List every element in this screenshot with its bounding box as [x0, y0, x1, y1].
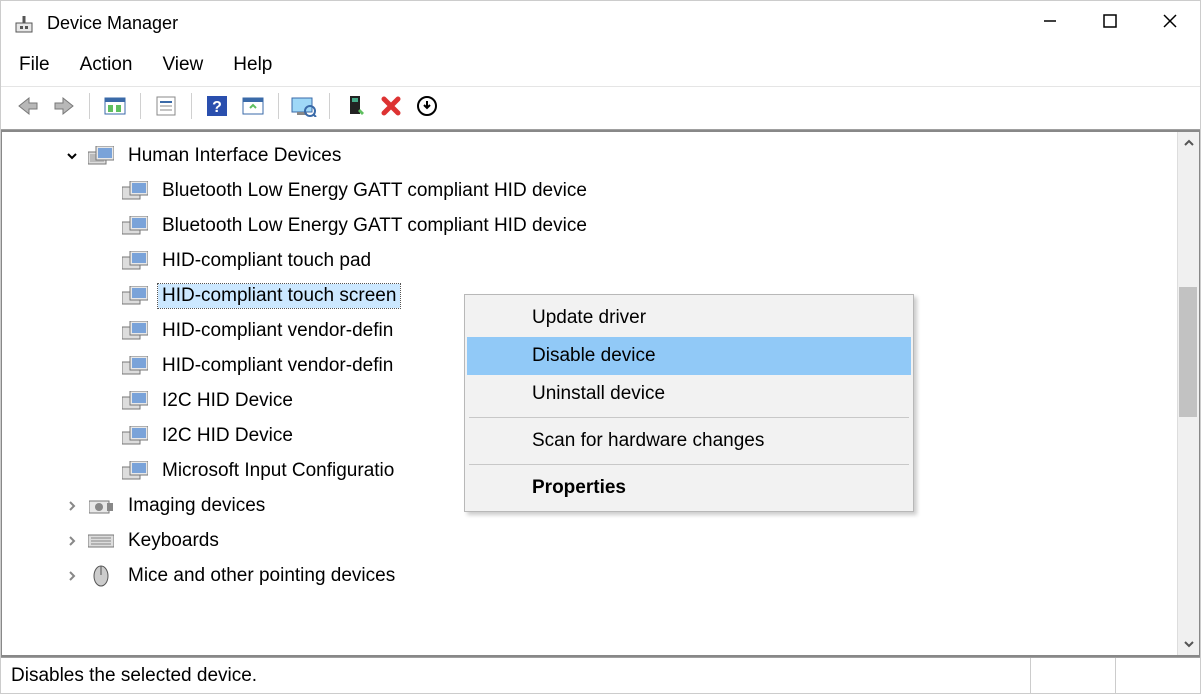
disable-button[interactable] [376, 91, 406, 121]
context-menu: Update driver Disable device Uninstall d… [464, 294, 914, 512]
device-tree-panel: Human Interface Devices Bluetooth Low En… [1, 130, 1200, 657]
back-button[interactable] [13, 91, 43, 121]
help-button[interactable]: ? [202, 91, 232, 121]
tree-item[interactable]: HID-compliant touch pad [2, 243, 1177, 278]
tree-label: Imaging devices [124, 494, 269, 518]
menu-file[interactable]: File [19, 54, 50, 76]
scan-button[interactable] [238, 91, 268, 121]
tree-label: HID-compliant vendor-defin [158, 354, 397, 378]
tree-label: I2C HID Device [158, 389, 297, 413]
mouse-icon [88, 565, 114, 587]
tree-item[interactable]: Bluetooth Low Energy GATT compliant HID … [2, 208, 1177, 243]
hid-device-icon [122, 320, 148, 342]
properties-button[interactable] [151, 91, 181, 121]
hid-device-icon [122, 250, 148, 272]
hid-device-icon [122, 460, 148, 482]
keyboard-icon [88, 530, 114, 552]
status-cell [1030, 658, 1115, 693]
toolbar-separator [89, 93, 90, 119]
enable-button[interactable] [340, 91, 370, 121]
toolbar-separator [329, 93, 330, 119]
tree-category-mice[interactable]: Mice and other pointing devices [2, 558, 1177, 593]
titlebar: Device Manager [1, 1, 1200, 46]
scroll-down-arrow[interactable] [1178, 633, 1200, 655]
tree-item[interactable]: Bluetooth Low Energy GATT compliant HID … [2, 173, 1177, 208]
tree-label: Microsoft Input Configuratio [158, 459, 398, 483]
chevron-right-icon[interactable] [62, 569, 82, 583]
context-menu-disable-device[interactable]: Disable device [467, 337, 911, 375]
toolbar-separator [278, 93, 279, 119]
tree-label: Human Interface Devices [124, 144, 345, 168]
statusbar: Disables the selected device. [1, 657, 1200, 693]
chevron-down-icon[interactable] [62, 149, 82, 163]
context-menu-properties[interactable]: Properties [467, 469, 911, 507]
app-icon [13, 13, 35, 35]
show-hidden-button[interactable] [100, 91, 130, 121]
scroll-up-arrow[interactable] [1178, 132, 1200, 154]
tree-label: HID-compliant vendor-defin [158, 319, 397, 343]
toolbar-separator [191, 93, 192, 119]
menu-view[interactable]: View [162, 54, 203, 76]
svg-text:?: ? [212, 99, 222, 116]
chevron-right-icon[interactable] [62, 499, 82, 513]
menu-action[interactable]: Action [80, 54, 133, 76]
tree-label: I2C HID Device [158, 424, 297, 448]
context-menu-separator [469, 417, 909, 418]
scroll-thumb[interactable] [1179, 287, 1197, 417]
chevron-right-icon[interactable] [62, 534, 82, 548]
hid-device-icon [122, 355, 148, 377]
update-driver-button[interactable] [289, 91, 319, 121]
hid-device-icon [122, 180, 148, 202]
forward-button[interactable] [49, 91, 79, 121]
menu-help[interactable]: Help [233, 54, 272, 76]
hid-category-icon [88, 145, 114, 167]
context-menu-scan[interactable]: Scan for hardware changes [467, 422, 911, 460]
tree-category-hid[interactable]: Human Interface Devices [2, 138, 1177, 173]
context-menu-update-driver[interactable]: Update driver [467, 299, 911, 337]
close-button[interactable] [1140, 1, 1200, 41]
hid-device-icon [122, 215, 148, 237]
status-text: Disables the selected device. [11, 665, 257, 687]
tree-label: HID-compliant touch screen [158, 284, 400, 308]
window-title: Device Manager [47, 13, 1020, 34]
hid-device-icon [122, 285, 148, 307]
status-cell [1115, 658, 1200, 693]
uninstall-button[interactable] [412, 91, 442, 121]
vertical-scrollbar[interactable] [1177, 132, 1199, 655]
tree-label: Bluetooth Low Energy GATT compliant HID … [158, 214, 591, 238]
camera-icon [88, 495, 114, 517]
tree-label: Mice and other pointing devices [124, 564, 399, 588]
tree-label: Bluetooth Low Energy GATT compliant HID … [158, 179, 591, 203]
minimize-button[interactable] [1020, 1, 1080, 41]
hid-device-icon [122, 390, 148, 412]
toolbar-separator [140, 93, 141, 119]
menubar: File Action View Help [1, 46, 1200, 86]
toolbar: ? [1, 86, 1200, 130]
context-menu-separator [469, 464, 909, 465]
tree-label: Keyboards [124, 529, 223, 553]
maximize-button[interactable] [1080, 1, 1140, 41]
context-menu-uninstall-device[interactable]: Uninstall device [467, 375, 911, 413]
hid-device-icon [122, 425, 148, 447]
window-controls [1020, 1, 1200, 46]
tree-label: HID-compliant touch pad [158, 249, 375, 273]
tree-category-keyboards[interactable]: Keyboards [2, 523, 1177, 558]
device-tree[interactable]: Human Interface Devices Bluetooth Low En… [2, 132, 1177, 655]
